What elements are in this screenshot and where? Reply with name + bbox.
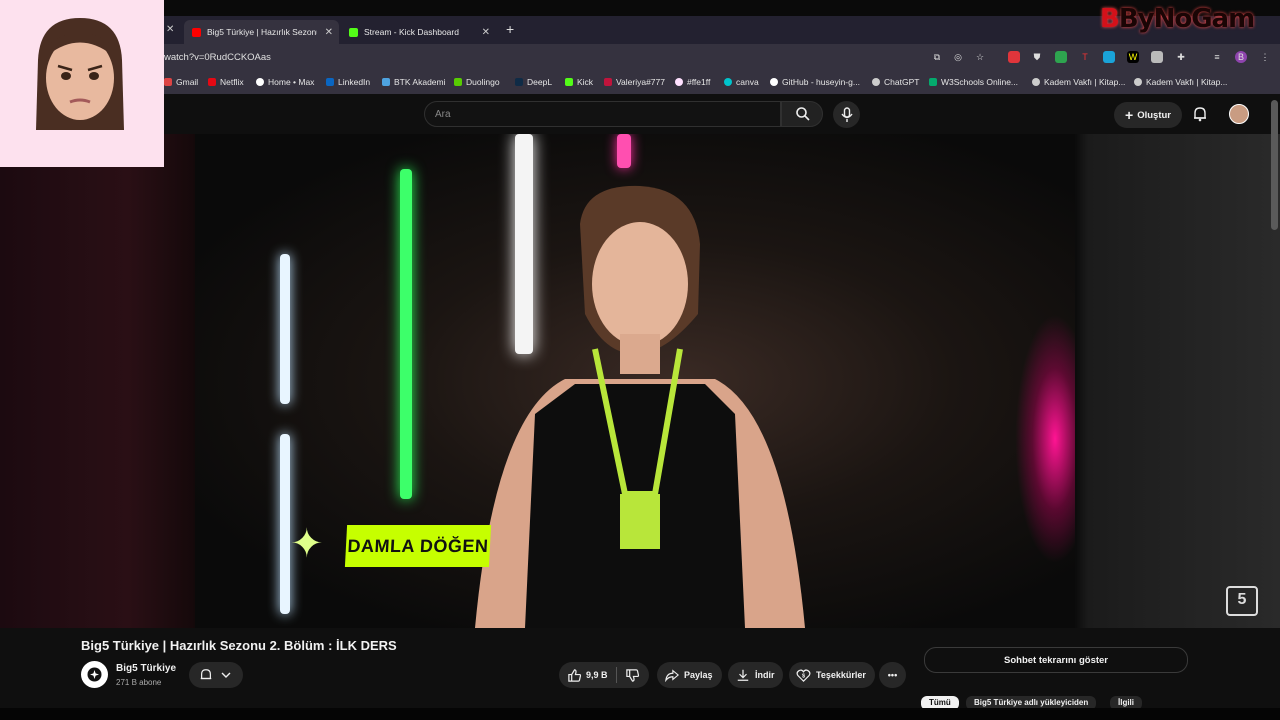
notifications-bell-icon[interactable] bbox=[1192, 106, 1208, 122]
channel-avatar[interactable] bbox=[81, 661, 108, 688]
thanks-label: Teşekkürler bbox=[816, 670, 866, 680]
neon-light-pink bbox=[617, 134, 631, 168]
video-title: Big5 Türkiye | Hazırlık Sezonu 2. Bölüm … bbox=[81, 638, 397, 653]
tab-close-icon[interactable]: ✕ bbox=[482, 27, 490, 38]
extensions-puzzle-icon[interactable]: ✚ bbox=[1175, 51, 1187, 63]
voice-search-button[interactable] bbox=[833, 101, 860, 128]
bookmark-github[interactable]: GitHub - huseyin-g... bbox=[770, 77, 860, 87]
dislike-icon[interactable] bbox=[625, 668, 640, 683]
tab-close-prev[interactable]: ✕ bbox=[166, 24, 174, 35]
bookmark-duolingo[interactable]: Duolingo bbox=[454, 77, 500, 87]
bookmarks-bar: Gmail Netflix Home • Max LinkedIn BTK Ak… bbox=[0, 72, 1280, 94]
subscribe-notifications-button[interactable] bbox=[189, 662, 243, 688]
search-input[interactable]: Ara bbox=[424, 101, 781, 127]
extension-icon[interactable] bbox=[1055, 51, 1067, 63]
bookmark-linkedin[interactable]: LinkedIn bbox=[326, 77, 370, 87]
tab-close-icon[interactable]: ✕ bbox=[325, 27, 333, 38]
menu-kebab-icon[interactable]: ⋮ bbox=[1259, 51, 1271, 63]
bookmark-kadem-1[interactable]: Kadem Vakfı | Kitap... bbox=[1032, 77, 1125, 87]
neon-light-green bbox=[400, 169, 412, 499]
bookmark-canva[interactable]: canva bbox=[724, 77, 759, 87]
video-frame[interactable] bbox=[195, 134, 1075, 628]
pink-glow bbox=[1015, 314, 1075, 564]
search-placeholder: Ara bbox=[435, 109, 451, 120]
tab-kick[interactable]: Stream - Kick Dashboard ✕ bbox=[341, 20, 496, 44]
youtube-header: Ara + Oluştur bbox=[0, 94, 1280, 134]
create-label: Oluştur bbox=[1137, 109, 1171, 121]
extension-icon[interactable]: T bbox=[1079, 51, 1091, 63]
neon-light-white bbox=[280, 434, 290, 614]
bookmark-valeriya[interactable]: Valeriya#777 bbox=[604, 77, 665, 87]
url-field[interactable]: watch?v=0RudCCKOAas bbox=[164, 52, 271, 63]
create-button[interactable]: + Oluştur bbox=[1114, 102, 1182, 128]
extension-icon[interactable] bbox=[1151, 51, 1163, 63]
address-bar: watch?v=0RudCCKOAas ⧉ ◎ ☆ ⛊ T W ✚ ≡ B ⋮ bbox=[0, 44, 1280, 72]
like-dislike-group: 9,9 B bbox=[559, 662, 649, 688]
more-actions-button[interactable]: ••• bbox=[879, 662, 906, 688]
bookmark-color[interactable]: #ffe1ff bbox=[675, 77, 710, 87]
divider bbox=[615, 667, 617, 683]
like-count[interactable]: 9,9 B bbox=[586, 670, 608, 680]
tab-kick-label: Stream - Kick Dashboard bbox=[364, 27, 459, 37]
new-tab-button[interactable]: + bbox=[506, 21, 514, 37]
sparkle-icon: ✦ bbox=[290, 522, 324, 566]
search-button[interactable] bbox=[781, 101, 823, 127]
bookmark-netflix[interactable]: Netflix bbox=[208, 77, 244, 87]
shield-extension-icon[interactable]: ⛊ bbox=[1031, 51, 1043, 63]
window-top-strip bbox=[0, 0, 1280, 16]
bookmark-kadem-2[interactable]: Kadem Vakfı | Kitap... bbox=[1134, 77, 1227, 87]
plus-icon: + bbox=[1125, 107, 1134, 123]
tab-youtube-label: Big5 Türkiye | Hazırlık Sezonu 2 bbox=[207, 27, 317, 37]
browser-tab-bar: ✕ Big5 Türkiye | Hazırlık Sezonu 2 ✕ Str… bbox=[0, 16, 1280, 44]
eye-off-icon[interactable]: ◎ bbox=[952, 51, 964, 63]
bookmark-deepl[interactable]: DeepL bbox=[515, 77, 552, 87]
channel-logo-icon bbox=[82, 662, 107, 687]
tab-youtube[interactable]: Big5 Türkiye | Hazırlık Sezonu 2 ✕ bbox=[184, 20, 339, 44]
download-icon bbox=[737, 669, 749, 681]
extension-icon[interactable]: W bbox=[1127, 51, 1139, 63]
kick-favicon-icon bbox=[349, 27, 358, 37]
page-scrollbar[interactable] bbox=[1271, 100, 1278, 230]
user-avatar[interactable] bbox=[1229, 104, 1249, 124]
show-chat-replay-button[interactable]: Sohbet tekrarını göster bbox=[924, 647, 1188, 673]
youtube-favicon-icon bbox=[192, 27, 201, 37]
download-button[interactable]: İndir bbox=[728, 662, 783, 688]
bell-icon bbox=[200, 669, 212, 680]
neon-light-white bbox=[280, 254, 290, 404]
bookmark-gmail[interactable]: Gmail bbox=[164, 77, 198, 87]
cast-icon[interactable]: ⧉ bbox=[931, 51, 943, 63]
search-icon bbox=[796, 107, 810, 121]
bookmark-kick[interactable]: Kick bbox=[565, 77, 593, 87]
lower-third-name: DAMLA DÖĞEN bbox=[344, 525, 492, 567]
window-bottom-strip bbox=[0, 708, 1280, 720]
thanks-heart-icon: $ bbox=[796, 668, 811, 682]
share-label: Paylaş bbox=[684, 670, 713, 680]
extension-icon[interactable] bbox=[1103, 51, 1115, 63]
memoji-avatar bbox=[36, 18, 124, 130]
bookmark-btk[interactable]: BTK Akademi bbox=[382, 77, 446, 87]
download-label: İndir bbox=[755, 670, 775, 680]
share-button[interactable]: Paylaş bbox=[657, 662, 722, 688]
bookmark-chatgpt[interactable]: ChatGPT bbox=[872, 77, 919, 87]
video-player[interactable]: 5 bbox=[0, 134, 1280, 628]
microphone-icon bbox=[841, 107, 853, 122]
bookmark-star-icon[interactable]: ☆ bbox=[974, 51, 986, 63]
brand-watermark-logo: BByNoGam bbox=[1100, 4, 1255, 34]
bookmark-w3schools[interactable]: W3Schools Online... bbox=[929, 77, 1018, 87]
subscriber-count: 271 B abone bbox=[116, 678, 162, 687]
profile-avatar[interactable]: B bbox=[1235, 51, 1247, 63]
thanks-button[interactable]: $ Teşekkürler bbox=[789, 662, 875, 688]
media-controls-icon[interactable]: ≡ bbox=[1211, 51, 1223, 63]
streamer-webcam-overlay bbox=[0, 0, 164, 167]
channel-watermark[interactable]: 5 bbox=[1226, 586, 1258, 616]
chevron-down-icon bbox=[221, 672, 231, 678]
bookmark-max[interactable]: Home • Max bbox=[256, 77, 314, 87]
channel-name[interactable]: Big5 Türkiye bbox=[116, 663, 176, 674]
like-icon[interactable] bbox=[567, 668, 582, 683]
share-icon bbox=[665, 669, 679, 682]
extension-icon[interactable] bbox=[1008, 51, 1020, 63]
